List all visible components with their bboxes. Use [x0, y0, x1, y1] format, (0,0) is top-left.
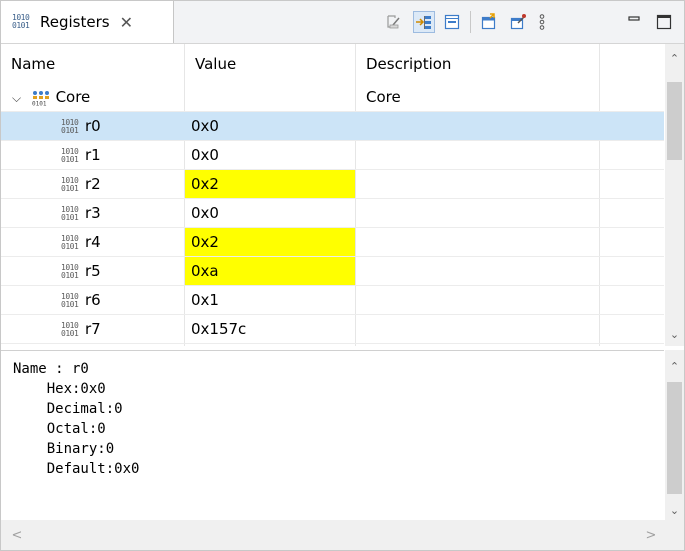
- detail-line: Hex:0x0: [13, 381, 106, 397]
- collapse-all-icon[interactable]: [441, 11, 463, 33]
- register-value[interactable]: 0x2: [185, 170, 355, 198]
- view-tab-bar: 1010 0101 Registers ✕: [1, 1, 684, 44]
- register-value[interactable]: 0x157c: [185, 315, 355, 343]
- register-description: [356, 257, 599, 284]
- register-name-cell: 1010 0101 r2: [61, 170, 181, 199]
- detail-line: Decimal:0: [13, 401, 123, 417]
- scroll-up-icon[interactable]: ⌃: [665, 48, 684, 68]
- register-row[interactable]: 1010 0101 r5 0xa: [1, 257, 664, 286]
- register-name: r5: [85, 262, 101, 280]
- register-name: r2: [85, 175, 101, 193]
- group-description: Core: [366, 88, 401, 106]
- view-menu-icon[interactable]: [531, 11, 553, 33]
- details-horizontal-scrollbar[interactable]: < >: [1, 520, 684, 550]
- registers-icon: 1010 0101: [12, 13, 30, 30]
- register-value[interactable]: 0x0: [185, 199, 355, 227]
- chevron-down-icon[interactable]: ⌵: [12, 85, 26, 112]
- register-name: r3: [85, 204, 101, 222]
- register-name: r7: [85, 320, 101, 338]
- register-value[interactable]: 0xa: [185, 257, 355, 285]
- toolbar-separator: [470, 11, 471, 33]
- register-details-pane[interactable]: Name : r0 Hex:0x0 Decimal:0 Octal:0 Bina…: [1, 350, 664, 521]
- registers-table[interactable]: Name Value Description ⌵ 0101 Core Core …: [1, 44, 664, 346]
- register-icon: 1010 0101: [61, 320, 79, 338]
- scroll-right-icon[interactable]: >: [641, 520, 661, 550]
- register-name-cell: 1010 0101 r6: [61, 286, 181, 315]
- register-value[interactable]: 0x2: [185, 228, 355, 256]
- detail-line: Default:0x0: [13, 461, 140, 477]
- register-name-cell: 1010 0101 r1: [61, 141, 181, 170]
- register-value[interactable]: 0x0: [185, 112, 355, 140]
- register-icon: 1010 0101: [61, 175, 79, 193]
- register-description: [356, 199, 599, 226]
- scroll-thumb[interactable]: [667, 382, 682, 494]
- export-icon[interactable]: [478, 11, 500, 33]
- register-icon: 1010 0101: [61, 146, 79, 164]
- toggle-layout-icon[interactable]: [413, 11, 435, 33]
- register-name: r6: [85, 291, 101, 309]
- register-group-row[interactable]: ⌵ 0101 Core Core: [1, 84, 664, 112]
- register-name-cell: 1010 0101 r3: [61, 199, 181, 228]
- column-header-description[interactable]: Description: [356, 44, 599, 84]
- register-description: [356, 170, 599, 197]
- close-icon[interactable]: ✕: [120, 13, 133, 32]
- maximize-icon[interactable]: [653, 11, 675, 33]
- register-value[interactable]: 0x0: [185, 141, 355, 169]
- detail-line: Name : r0: [13, 361, 89, 377]
- table-vertical-scrollbar[interactable]: ⌃ ⌄: [665, 44, 684, 346]
- register-row[interactable]: 1010 0101 r0 0x0: [1, 112, 664, 141]
- register-name-cell: 1010 0101 r7: [61, 315, 181, 344]
- scroll-thumb[interactable]: [667, 82, 682, 160]
- svg-text:0101: 0101: [32, 100, 47, 106]
- register-row[interactable]: 1010 0101 r3 0x0: [1, 199, 664, 228]
- column-header-name[interactable]: Name: [1, 44, 184, 84]
- pin-icon[interactable]: [507, 11, 529, 33]
- register-description: [356, 141, 599, 168]
- register-group-icon: 0101: [32, 90, 49, 107]
- register-name: r4: [85, 233, 101, 251]
- details-vertical-scrollbar[interactable]: ⌃ ⌄: [665, 350, 684, 520]
- detail-line: Octal:0: [13, 421, 106, 437]
- register-row[interactable]: 1010 0101 r7 0x157c: [1, 315, 664, 344]
- register-row[interactable]: 1010 0101 r2 0x2: [1, 170, 664, 199]
- minimize-icon[interactable]: [623, 11, 645, 33]
- register-icon: 1010 0101: [61, 117, 79, 135]
- register-value[interactable]: 0x1: [185, 286, 355, 314]
- register-name-cell: 1010 0101 r0: [61, 112, 181, 141]
- clear-icon[interactable]: [383, 11, 405, 33]
- column-header-value[interactable]: Value: [185, 44, 355, 84]
- scroll-left-icon[interactable]: <: [7, 520, 27, 550]
- scroll-down-icon[interactable]: ⌄: [665, 324, 684, 344]
- register-name-cell: 1010 0101 r5: [61, 257, 181, 286]
- scroll-down-icon[interactable]: ⌄: [665, 500, 684, 520]
- detail-line: Binary:0: [13, 441, 115, 457]
- register-row[interactable]: 1010 0101 r1 0x0: [1, 141, 664, 170]
- register-name-cell: 1010 0101 r4: [61, 228, 181, 257]
- scroll-up-icon[interactable]: ⌃: [665, 356, 684, 376]
- tab-title: Registers: [40, 13, 110, 31]
- register-description: [356, 315, 599, 342]
- register-name: r1: [85, 146, 101, 164]
- register-icon: 1010 0101: [61, 233, 79, 251]
- registers-tab[interactable]: 1010 0101 Registers ✕: [1, 1, 174, 43]
- registers-view: 1010 0101 Registers ✕ Name Value Descrip…: [0, 0, 685, 551]
- register-row[interactable]: 1010 0101 r6 0x1: [1, 286, 664, 315]
- register-description: [356, 112, 599, 139]
- register-icon: 1010 0101: [61, 204, 79, 222]
- group-name: Core: [55, 88, 91, 106]
- register-icon: 1010 0101: [61, 291, 79, 309]
- register-name: r0: [85, 117, 101, 135]
- register-row[interactable]: 1010 0101 r4 0x2: [1, 228, 664, 257]
- register-description: [356, 286, 599, 313]
- register-description: [356, 228, 599, 255]
- register-icon: 1010 0101: [61, 262, 79, 280]
